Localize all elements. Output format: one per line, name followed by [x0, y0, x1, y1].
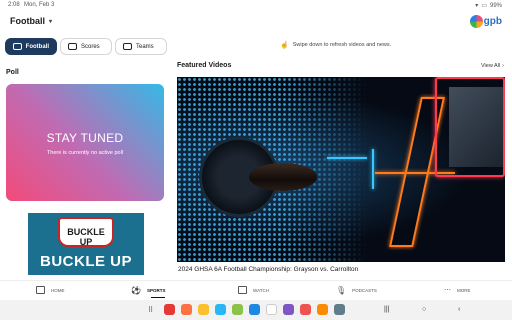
sports-icon: ⚽: [131, 286, 141, 295]
nav-podcasts-label: PODCASTS: [352, 288, 377, 293]
featured-video-thumbnail[interactable]: [177, 77, 505, 262]
podcast-icon: 🎙: [336, 286, 347, 295]
tab-scores-label: Scores: [81, 43, 100, 50]
featured-videos-title: Featured Videos: [177, 62, 232, 69]
watch-icon: [238, 286, 247, 294]
nav-sports[interactable]: ⚽ SPORTS: [131, 286, 166, 298]
view-all-link[interactable]: View All ›: [481, 63, 504, 69]
view-all-label: View All: [480, 63, 501, 69]
nav-home-label: HOME: [51, 287, 65, 293]
app-icon-orange[interactable]: [181, 304, 192, 315]
app-icon-yellow[interactable]: [198, 304, 209, 315]
home-icon: [36, 286, 45, 294]
home-button-icon[interactable]: ○: [422, 306, 426, 313]
app-icon-red[interactable]: [164, 304, 175, 315]
swipe-hand-icon: ☝: [280, 42, 289, 49]
tab-teams-label: Teams: [136, 43, 154, 50]
scoreboard-icon: [68, 43, 77, 50]
gpb-logo: gpb: [469, 15, 502, 28]
page-title: Football: [10, 16, 45, 26]
status-bar: 2:08 Mon, Feb 3 ▾ ▭ 99%: [0, 0, 512, 10]
poll-card: STAY TUNED There is currently no active …: [6, 84, 164, 201]
neon-line-blue: [327, 157, 367, 159]
app-icon-blue[interactable]: [215, 304, 226, 315]
nav-more-label: MORE: [457, 287, 471, 293]
recents-icon[interactable]: |||: [384, 306, 389, 313]
refresh-hint: ☝ Swipe down to refresh videos and news.: [280, 41, 391, 49]
tab-scores[interactable]: Scores: [60, 38, 112, 55]
app-icon-pink[interactable]: [300, 304, 311, 315]
app-drawer-icon[interactable]: ⠿: [148, 306, 153, 314]
buckle-up-ad-text: BUCKLE UP: [39, 253, 132, 270]
more-icon: ⋯: [444, 287, 451, 294]
status-date: Mon, Feb 3: [24, 2, 55, 8]
gpb-logo-mark-icon: [469, 15, 483, 28]
app-icon-darkblue[interactable]: [249, 304, 260, 315]
sport-selector[interactable]: Football ▾: [10, 16, 52, 26]
buckle-up-badge-text: BUCKLE UP: [67, 227, 105, 247]
battery-level: 99%: [489, 2, 502, 9]
poll-section-title: Poll: [6, 69, 19, 76]
chrome-icon[interactable]: [266, 304, 277, 315]
gpb-app-icon[interactable]: [317, 304, 328, 315]
football-icon: [13, 43, 22, 50]
tab-football-label: Football: [25, 43, 49, 50]
bottom-navigation: HOME ⚽ SPORTS WATCH 🎙 PODCASTS ⋯ MORE: [0, 280, 512, 300]
app-icon-purple[interactable]: [283, 304, 294, 315]
back-icon[interactable]: ‹: [458, 306, 460, 313]
system-taskbar: ⠿ ||| ○ ‹: [0, 300, 512, 320]
tab-football[interactable]: Football: [5, 38, 57, 55]
gpb-logo-text: gpb: [483, 16, 502, 27]
neon-line-blue-vertical: [372, 149, 374, 189]
refresh-hint-text: Swipe down to refresh videos and news.: [292, 42, 392, 48]
settings-icon[interactable]: [334, 304, 345, 315]
buckle-up-ad[interactable]: BUCKLE UP BUCKLE UP: [28, 213, 144, 275]
status-time: 2:08: [8, 2, 20, 8]
helmet-icon: [123, 43, 132, 50]
video-caption[interactable]: 2024 GHSA 6A Football Championship: Gray…: [178, 266, 358, 273]
nav-more[interactable]: ⋯ MORE: [444, 286, 471, 294]
chevron-down-icon: ▾: [49, 18, 53, 25]
nav-sports-label: SPORTS: [146, 288, 166, 293]
neon-frame-red: [435, 77, 505, 177]
football-graphic: [249, 163, 317, 191]
app-icon-green[interactable]: [232, 304, 243, 315]
nav-podcasts[interactable]: 🎙 PODCASTS: [336, 286, 377, 295]
poll-heading: STAY TUNED: [46, 131, 124, 145]
nav-home[interactable]: HOME: [36, 286, 65, 294]
nav-watch[interactable]: WATCH: [238, 286, 269, 294]
battery-icon: ▭: [481, 3, 487, 9]
wifi-icon: ▾: [475, 3, 479, 9]
nav-watch-label: WATCH: [253, 287, 269, 293]
chevron-right-icon: ›: [502, 63, 504, 69]
active-indicator: [151, 297, 165, 298]
buckle-up-badge: BUCKLE UP: [58, 217, 114, 247]
status-icons: ▾ ▭ 99%: [475, 2, 502, 10]
tab-teams[interactable]: Teams: [115, 38, 167, 55]
poll-message: There is currently no active poll: [46, 150, 124, 156]
